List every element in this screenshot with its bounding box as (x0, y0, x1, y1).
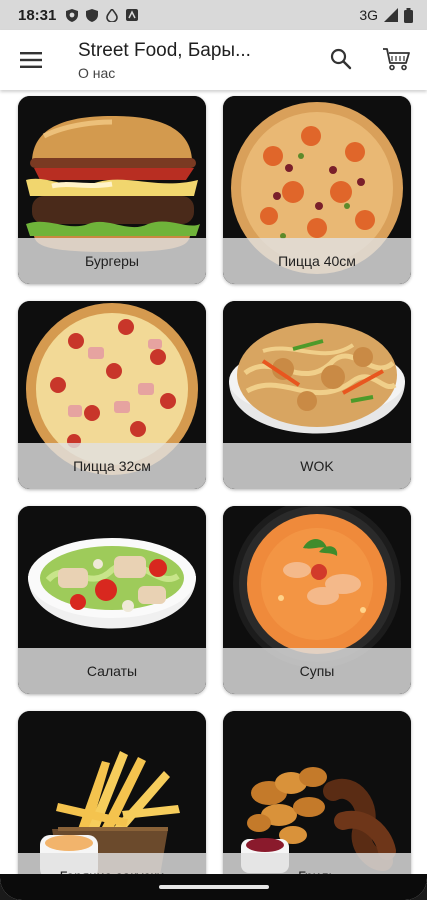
app-screen: 18:31 3G Street Food, Бары... О нас Бург… (0, 0, 427, 900)
cart-button[interactable] (380, 44, 412, 74)
vpn-shield-icon (66, 8, 79, 22)
category-card-salads[interactable]: Салаты (18, 506, 206, 694)
notification-icons (66, 8, 139, 22)
app-bar: Street Food, Бары... О нас (0, 30, 427, 90)
category-label: Гриль (223, 853, 411, 874)
category-card-soups[interactable]: Супы (223, 506, 411, 694)
page-title: Street Food, Бары... (78, 40, 251, 61)
app-notification-icon (126, 9, 139, 21)
category-label: WOK (223, 443, 411, 489)
page-subtitle-link[interactable]: О нас (78, 65, 288, 81)
status-right: 3G (359, 7, 413, 23)
hamburger-menu-icon (20, 52, 42, 68)
grill-image (223, 711, 411, 874)
category-card-pizza-40[interactable]: Пицца 40см (223, 96, 411, 284)
category-label: Бургеры (18, 238, 206, 284)
home-gesture-handle[interactable] (158, 885, 269, 889)
battery-icon (404, 7, 413, 23)
fries-image (18, 711, 206, 874)
signal-icon (384, 8, 398, 22)
shield-icon (86, 8, 99, 22)
shopping-cart-icon (383, 48, 410, 71)
menu-button[interactable] (16, 45, 46, 75)
status-bar: 18:31 3G (0, 0, 427, 30)
category-label: Пицца 40см (223, 238, 411, 284)
network-type: 3G (359, 7, 378, 23)
category-card-grill[interactable]: Гриль (223, 711, 411, 874)
data-saver-icon (106, 8, 119, 22)
category-label: Салаты (18, 648, 206, 694)
category-label: Пицца 32см (18, 443, 206, 489)
category-grid: Бургеры Пицца 40см Пицца 32см WOK Салаты… (0, 92, 427, 874)
system-navigation-bar (0, 874, 427, 900)
search-icon (330, 48, 352, 70)
title-block: Street Food, Бары... О нас (78, 39, 288, 81)
category-label: Супы (223, 648, 411, 694)
category-card-pizza-32[interactable]: Пицца 32см (18, 301, 206, 489)
category-label: Горячие закуски (18, 853, 206, 874)
status-time: 18:31 (18, 6, 57, 24)
category-card-burgers[interactable]: Бургеры (18, 96, 206, 284)
category-card-wok[interactable]: WOK (223, 301, 411, 489)
category-card-hot-snacks[interactable]: Горячие закуски (18, 711, 206, 874)
search-button[interactable] (326, 44, 356, 74)
